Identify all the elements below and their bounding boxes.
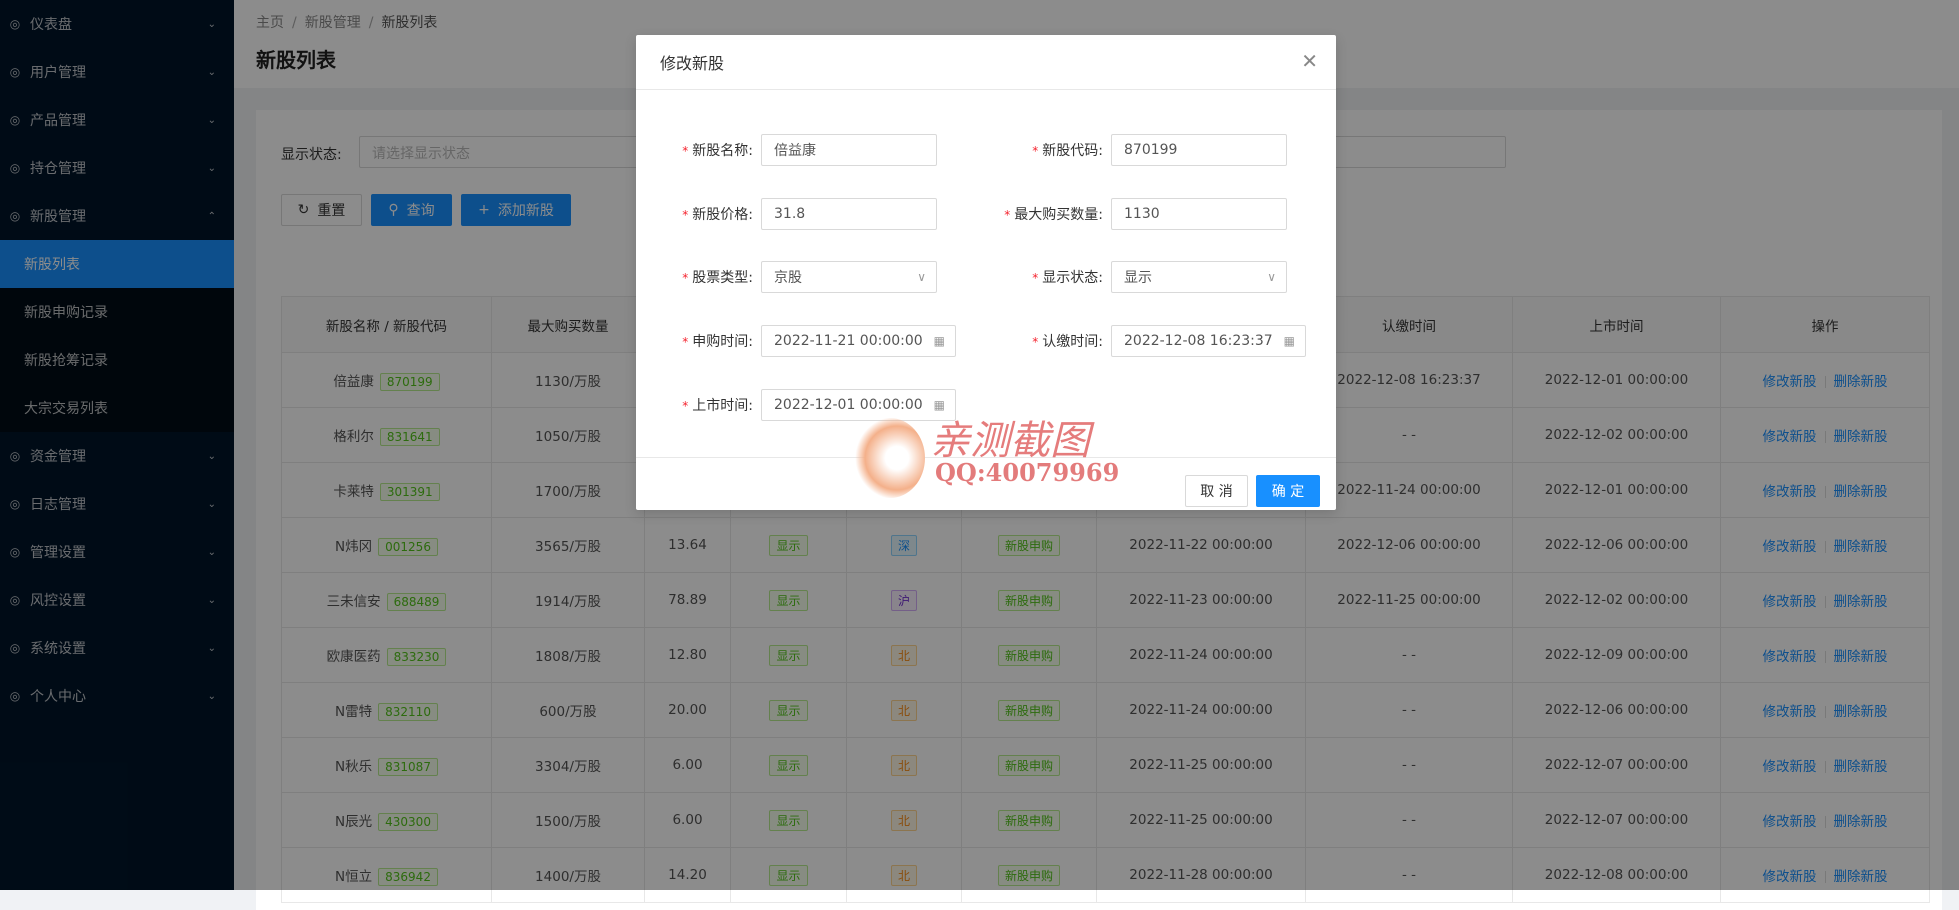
chevron-down-icon: ∨ bbox=[1267, 270, 1276, 284]
required-mark: * bbox=[1032, 335, 1039, 349]
required-mark: * bbox=[1004, 208, 1011, 222]
pay_time-label: 认缴时间: bbox=[1042, 334, 1103, 350]
required-mark: * bbox=[682, 208, 689, 222]
calendar-icon: ▦ bbox=[1283, 334, 1295, 348]
required-mark: * bbox=[682, 399, 689, 413]
stock_type-field[interactable]: 京股 ∨ bbox=[761, 261, 937, 293]
apply_time-field[interactable]: 2022-11-21 00:00:00 ▦ bbox=[761, 325, 956, 357]
list_time-field[interactable]: 2022-12-01 00:00:00 ▦ bbox=[761, 389, 956, 421]
chevron-down-icon: ∨ bbox=[917, 270, 926, 284]
calendar-icon: ▦ bbox=[933, 334, 945, 348]
code-field[interactable]: 870199 bbox=[1111, 134, 1287, 166]
confirm-button[interactable]: 确 定 bbox=[1256, 475, 1320, 507]
apply_time-label: 申购时间: bbox=[692, 334, 753, 350]
price-value: 31.8 bbox=[774, 206, 806, 222]
name-field[interactable]: 倍益康 bbox=[761, 134, 937, 166]
display-label: 显示状态: bbox=[1042, 270, 1103, 286]
modal-title: 修改新股 bbox=[660, 54, 725, 73]
required-mark: * bbox=[682, 271, 689, 285]
required-mark: * bbox=[1032, 144, 1039, 158]
price-field[interactable]: 31.8 bbox=[761, 198, 937, 230]
name-label: 新股名称: bbox=[692, 143, 753, 159]
modal-footer-divider bbox=[636, 457, 1336, 458]
calendar-icon: ▦ bbox=[933, 398, 945, 412]
max_qty-field[interactable]: 1130 bbox=[1111, 198, 1287, 230]
code-label: 新股代码: bbox=[1042, 143, 1103, 159]
required-mark: * bbox=[682, 335, 689, 349]
stock_type-label: 股票类型: bbox=[692, 270, 753, 286]
code-value: 870199 bbox=[1124, 142, 1178, 158]
max_qty-value: 1130 bbox=[1124, 206, 1160, 222]
price-label: 新股价格: bbox=[692, 207, 753, 223]
apply_time-value: 2022-11-21 00:00:00 bbox=[774, 333, 923, 349]
display-value: 显示 bbox=[1124, 270, 1152, 286]
close-icon[interactable]: ✕ bbox=[1301, 49, 1318, 73]
required-mark: * bbox=[682, 144, 689, 158]
pay_time-field[interactable]: 2022-12-08 16:23:37 ▦ bbox=[1111, 325, 1306, 357]
list_time-label: 上市时间: bbox=[692, 398, 753, 414]
cancel-button[interactable]: 取 消 bbox=[1185, 475, 1248, 507]
list_time-value: 2022-12-01 00:00:00 bbox=[774, 397, 923, 413]
required-mark: * bbox=[1032, 271, 1039, 285]
display-field[interactable]: 显示 ∨ bbox=[1111, 261, 1287, 293]
stock_type-value: 京股 bbox=[774, 270, 802, 286]
name-value: 倍益康 bbox=[774, 143, 816, 159]
max_qty-label: 最大购买数量: bbox=[1014, 207, 1103, 223]
edit-ipo-modal: 修改新股 ✕ * 新股名称: 倍益康 * 新股代码: 870199 * 新股价格: 31.8 * 最… bbox=[636, 35, 1336, 510]
pay_time-value: 2022-12-08 16:23:37 bbox=[1124, 333, 1273, 349]
